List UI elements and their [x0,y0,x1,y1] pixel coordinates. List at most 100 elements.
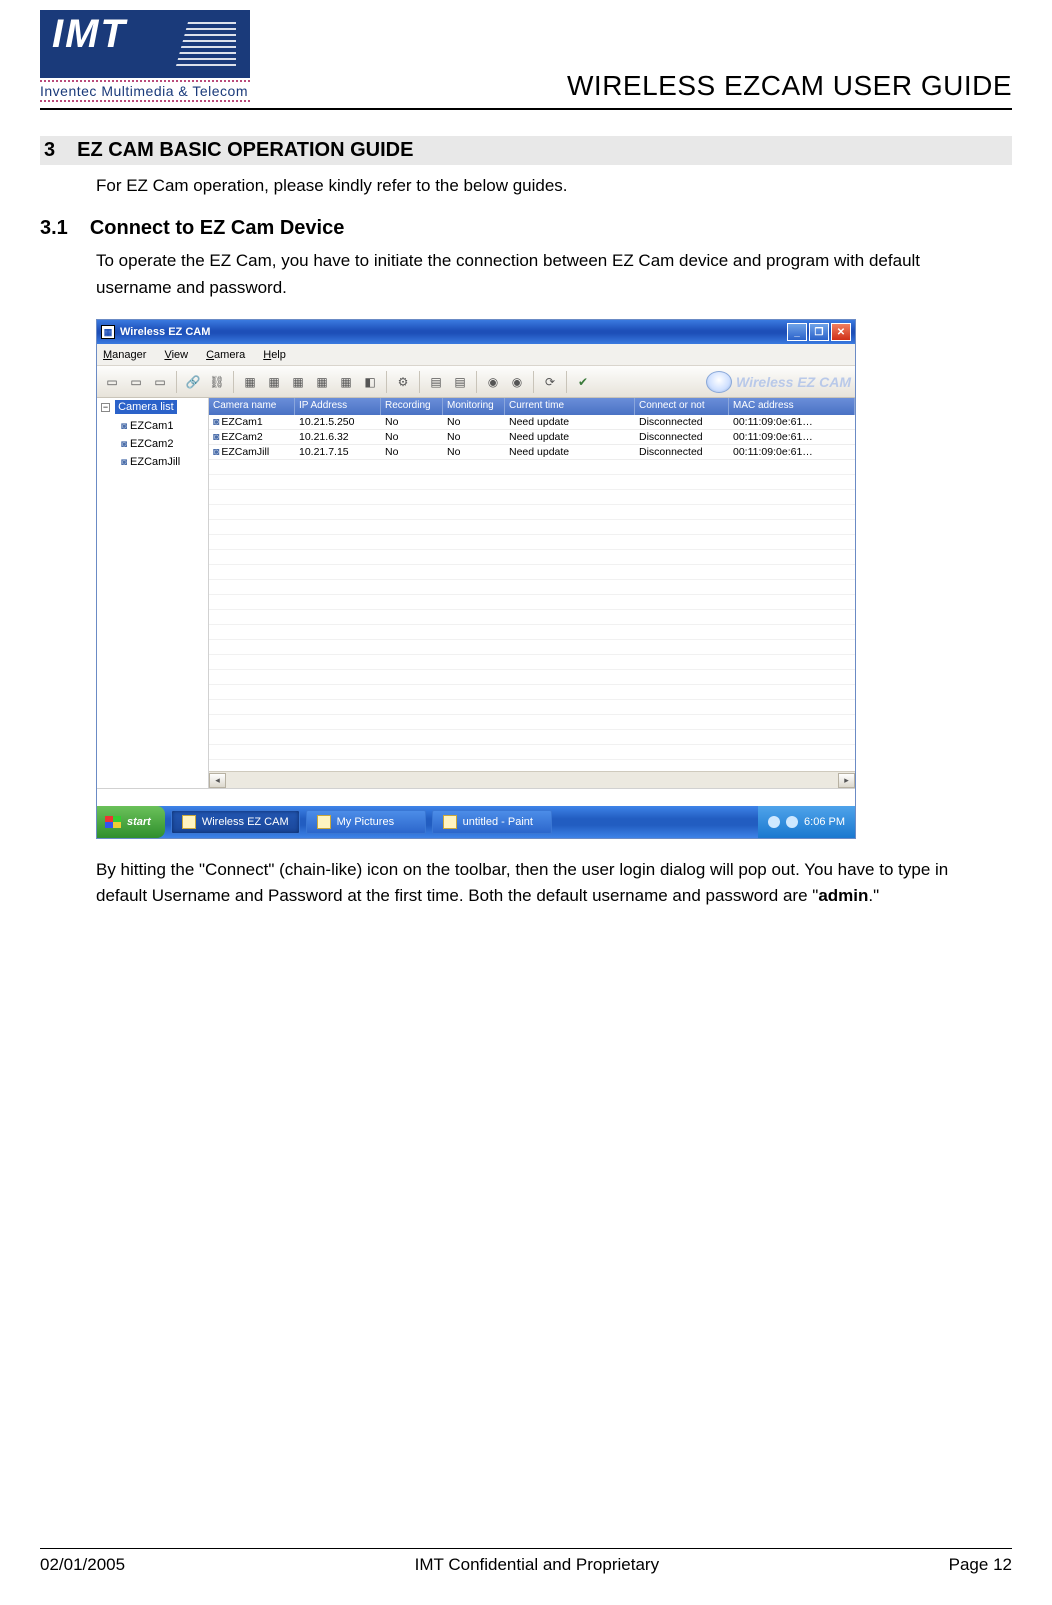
col-camera-name[interactable]: Camera name [209,398,295,415]
logo-box: IMT [40,10,250,78]
table-row[interactable]: ◙EZCam210.21.6.32NoNoNeed updateDisconne… [209,430,855,445]
tree-collapse-icon[interactable]: − [101,403,110,412]
brand-tag-text: Wireless EZ CAM [736,374,851,390]
toolbar-btn-3[interactable]: ▭ [149,371,171,393]
section-31-para2: By hitting the "Connect" (chain-like) ic… [96,857,976,910]
col-ip-address[interactable]: IP Address [295,398,381,415]
minimize-button[interactable]: _ [787,323,807,341]
view-3-icon[interactable]: ▦ [287,371,309,393]
empty-row [209,490,855,505]
empty-row [209,715,855,730]
app-icon: ▦ [101,325,115,339]
camera-icon: ◙ [213,416,219,428]
toolbar-btn-2[interactable]: ▭ [125,371,147,393]
app-window: ▦ Wireless EZ CAM _ ❐ ✕ Manager View Cam… [96,319,856,839]
titlebar[interactable]: ▦ Wireless EZ CAM _ ❐ ✕ [97,320,855,344]
empty-row [209,505,855,520]
toolbar-btn-c[interactable]: ▤ [449,371,471,393]
section-3-heading: 3 EZ CAM BASIC OPERATION GUIDE [40,136,1012,165]
statusbar [97,788,855,806]
view-6-icon[interactable]: ◧ [359,371,381,393]
section-number: 3 [44,139,55,162]
empty-row [209,700,855,715]
empty-row [209,520,855,535]
grid-pane: Camera name IP Address Recording Monitor… [209,398,855,788]
empty-row [209,460,855,475]
toolbar: ▭ ▭ ▭ 🔗 ⛓ ▦ ▦ ▦ ▦ ▦ ◧ ⚙ ▤ ▤ ◉ ◉ ⟳ ✔ Wire… [97,366,855,398]
tree-item[interactable]: ◙EZCam1 [121,420,204,432]
empty-row [209,580,855,595]
systray[interactable]: 6:06 PM [758,806,855,838]
menu-view[interactable]: View [164,349,188,361]
webcam-icon [706,371,732,393]
empty-row [209,550,855,565]
task-icon [443,815,457,829]
camera-icon: ◙ [213,431,219,443]
empty-row [209,610,855,625]
tray-icon[interactable] [786,816,798,828]
toolbar-btn-f[interactable]: ⟳ [539,371,561,393]
start-button[interactable]: start [97,806,165,838]
page-header: IMT Inventec Multimedia & Telecom WIRELE… [40,0,1012,110]
menu-help[interactable]: Help [263,349,286,361]
tree-root[interactable]: Camera list [115,400,177,414]
taskbar-item[interactable]: Wireless EZ CAM [171,810,300,834]
page-footer: 02/01/2005 IMT Confidential and Propriet… [40,1548,1012,1575]
tray-icon[interactable] [768,816,780,828]
col-connect[interactable]: Connect or not [635,398,729,415]
toolbar-btn-b[interactable]: ▤ [425,371,447,393]
footer-center: IMT Confidential and Proprietary [415,1555,659,1575]
tree-item[interactable]: ◙EZCam2 [121,438,204,450]
empty-row [209,640,855,655]
menubar: Manager View Camera Help [97,344,855,366]
doc-title: WIRELESS EZCAM USER GUIDE [567,70,1012,102]
view-4-icon[interactable]: ▦ [311,371,333,393]
grid-body[interactable]: ◙EZCam110.21.5.250NoNoNeed updateDisconn… [209,415,855,771]
brand-tag: Wireless EZ CAM [706,371,851,393]
toolbar-btn-a[interactable]: ⚙ [392,371,414,393]
toolbar-btn-g[interactable]: ✔ [572,371,594,393]
tree-item[interactable]: ◙EZCamJill [121,456,204,468]
section-31-para1: To operate the EZ Cam, you have to initi… [96,248,976,301]
section-31-heading: 3.1 Connect to EZ Cam Device [40,217,1012,240]
col-recording[interactable]: Recording [381,398,443,415]
empty-row [209,565,855,580]
toolbar-btn-e[interactable]: ◉ [506,371,528,393]
view-5-icon[interactable]: ▦ [335,371,357,393]
connect-icon[interactable]: 🔗 [182,371,204,393]
col-mac[interactable]: MAC address [729,398,855,415]
maximize-button[interactable]: ❐ [809,323,829,341]
scroll-left-icon[interactable]: ◂ [209,773,226,788]
empty-row [209,745,855,760]
menu-camera[interactable]: Camera [206,349,245,361]
taskbar: start Wireless EZ CAM My Pictures untitl… [97,806,855,838]
empty-row [209,625,855,640]
toolbar-btn-d[interactable]: ◉ [482,371,504,393]
logo-block: IMT Inventec Multimedia & Telecom [40,10,250,102]
close-button[interactable]: ✕ [831,323,851,341]
taskbar-item[interactable]: My Pictures [306,810,426,834]
empty-row [209,475,855,490]
empty-row [209,670,855,685]
tree-pane[interactable]: − Camera list ◙EZCam1 ◙EZCam2 ◙EZCamJill [97,398,209,788]
content-area: − Camera list ◙EZCam1 ◙EZCam2 ◙EZCamJill… [97,398,855,788]
camera-icon: ◙ [121,439,127,450]
col-current-time[interactable]: Current time [505,398,635,415]
view-1-icon[interactable]: ▦ [239,371,261,393]
taskbar-item[interactable]: untitled - Paint [432,810,552,834]
windows-flag-icon [105,816,121,828]
toolbar-btn-1[interactable]: ▭ [101,371,123,393]
table-row[interactable]: ◙EZCamJill10.21.7.15NoNoNeed updateDisco… [209,445,855,460]
empty-row [209,760,855,771]
camera-icon: ◙ [121,457,127,468]
scroll-right-icon[interactable]: ▸ [838,773,855,788]
view-2-icon[interactable]: ▦ [263,371,285,393]
h-scrollbar[interactable]: ◂ ▸ [209,771,855,788]
footer-page: Page 12 [949,1555,1012,1575]
logo-subtitle: Inventec Multimedia & Telecom [40,80,250,102]
section-3-intro: For EZ Cam operation, please kindly refe… [96,173,976,199]
col-monitoring[interactable]: Monitoring [443,398,505,415]
table-row[interactable]: ◙EZCam110.21.5.250NoNoNeed updateDisconn… [209,415,855,430]
disconnect-icon[interactable]: ⛓ [206,371,228,393]
menu-manager[interactable]: Manager [103,349,146,361]
